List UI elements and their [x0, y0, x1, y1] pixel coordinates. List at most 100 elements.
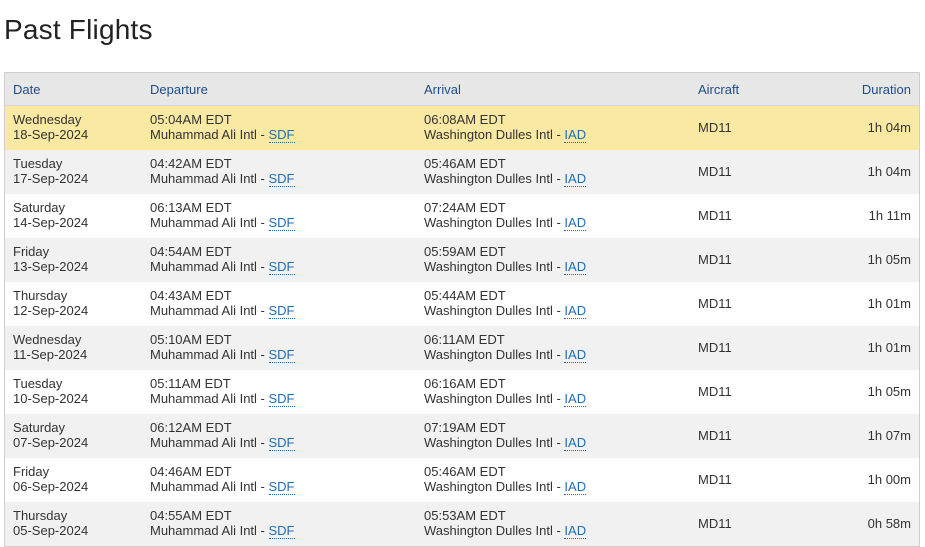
duration-cell: 1h 05m: [867, 384, 911, 399]
arrival-airport-name: Washington Dulles Intl -: [424, 347, 565, 362]
arrival-airport-code-link[interactable]: IAD: [564, 523, 587, 539]
weekday-text: Tuesday: [13, 376, 63, 391]
aircraft-cell: MD11: [698, 208, 732, 223]
date-text: 18-Sep-2024: [13, 127, 89, 142]
departure-airport-name: Muhammad Ali Intl -: [150, 171, 269, 186]
duration-cell: 0h 58m: [867, 516, 911, 531]
date-text: 10-Sep-2024: [13, 391, 89, 406]
aircraft-cell: MD11: [698, 164, 732, 179]
arrival-cell: 07:24AM EDT Washington Dulles Intl - IAD: [424, 200, 587, 231]
table-row[interactable]: Tuesday 17-Sep-2024 04:42AM EDT Muhammad Al…: [5, 150, 919, 194]
date-text: 13-Sep-2024: [13, 259, 89, 274]
arrival-cell: 07:19AM EDT Washington Dulles Intl - IAD: [424, 420, 587, 451]
arrival-airport-code-link[interactable]: IAD: [564, 215, 587, 231]
departure-airport: Muhammad Ali Intl - SDF: [150, 171, 295, 187]
departure-cell: 05:04AM EDT Muhammad Ali Intl - SDF: [150, 112, 295, 143]
header-date[interactable]: Date: [13, 82, 40, 97]
departure-airport-code-link[interactable]: SDF: [268, 127, 295, 143]
date-cell: Thursday 05-Sep-2024: [13, 508, 88, 538]
departure-airport-code-link[interactable]: SDF: [268, 391, 295, 407]
table-row[interactable]: Friday 13-Sep-2024 04:54AM EDT Muhammad Ali…: [5, 238, 919, 282]
arrival-time: 05:46AM EDT: [424, 156, 506, 171]
header-departure[interactable]: Departure: [150, 82, 208, 97]
departure-airport-code-link[interactable]: SDF: [268, 215, 295, 231]
arrival-time: 07:24AM EDT: [424, 200, 506, 215]
date-text: 14-Sep-2024: [13, 215, 89, 230]
departure-cell: 04:55AM EDT Muhammad Ali Intl - SDF: [150, 508, 295, 539]
arrival-time: 05:59AM EDT: [424, 244, 506, 259]
departure-airport-code-link[interactable]: SDF: [268, 435, 295, 451]
header-duration[interactable]: Duration: [862, 82, 911, 97]
departure-airport-code-link[interactable]: SDF: [268, 523, 295, 539]
arrival-airport: Washington Dulles Intl - IAD: [424, 215, 587, 231]
table-row[interactable]: Tuesday 10-Sep-2024 05:11AM EDT Muhammad Al…: [5, 370, 919, 414]
departure-time: 04:54AM EDT: [150, 244, 232, 259]
departure-airport: Muhammad Ali Intl - SDF: [150, 347, 295, 363]
table-row[interactable]: Saturday 14-Sep-2024 06:13AM EDT Muhammad A…: [5, 194, 919, 238]
departure-time: 05:11AM EDT: [150, 376, 231, 391]
arrival-cell: 05:46AM EDT Washington Dulles Intl - IAD: [424, 156, 587, 187]
departure-cell: 05:11AM EDT Muhammad Ali Intl - SDF: [150, 376, 295, 407]
departure-airport-code-link[interactable]: SDF: [268, 259, 295, 275]
arrival-time: 07:19AM EDT: [424, 420, 506, 435]
departure-airport-name: Muhammad Ali Intl -: [150, 391, 269, 406]
departure-airport-name: Muhammad Ali Intl -: [150, 523, 269, 538]
arrival-airport-code-link[interactable]: IAD: [564, 347, 587, 363]
table-row[interactable]: Thursday 05-Sep-2024 04:55AM EDT Muhammad A…: [5, 502, 919, 546]
arrival-time: 05:44AM EDT: [424, 288, 506, 303]
weekday-text: Wednesday: [13, 332, 82, 347]
duration-cell: 1h 07m: [867, 428, 911, 443]
table-row[interactable]: Saturday 07-Sep-2024 06:12AM EDT Muhammad A…: [5, 414, 919, 458]
weekday-text: Saturday: [13, 420, 66, 435]
departure-cell: 04:54AM EDT Muhammad Ali Intl - SDF: [150, 244, 295, 275]
date-cell: Tuesday 10-Sep-2024: [13, 376, 88, 406]
departure-airport-name: Muhammad Ali Intl -: [150, 435, 269, 450]
departure-airport: Muhammad Ali Intl - SDF: [150, 215, 295, 231]
departure-airport-name: Muhammad Ali Intl -: [150, 347, 269, 362]
departure-airport-code-link[interactable]: SDF: [268, 171, 295, 187]
date-text: 11-Sep-2024: [13, 347, 88, 362]
arrival-airport-name: Washington Dulles Intl -: [424, 435, 565, 450]
departure-airport-code-link[interactable]: SDF: [268, 479, 295, 495]
arrival-airport-code-link[interactable]: IAD: [564, 479, 587, 495]
arrival-airport-code-link[interactable]: IAD: [564, 303, 587, 319]
date-cell: Wednesday 11-Sep-2024: [13, 332, 87, 362]
arrival-cell: 05:44AM EDT Washington Dulles Intl - IAD: [424, 288, 587, 319]
departure-airport-code-link[interactable]: SDF: [268, 303, 295, 319]
arrival-airport-code-link[interactable]: IAD: [564, 435, 587, 451]
departure-time: 06:13AM EDT: [150, 200, 232, 215]
departure-time: 04:46AM EDT: [150, 464, 232, 479]
aircraft-cell: MD11: [698, 428, 732, 443]
date-cell: Friday 06-Sep-2024: [13, 464, 88, 494]
departure-cell: 04:42AM EDT Muhammad Ali Intl - SDF: [150, 156, 295, 187]
departure-airport-name: Muhammad Ali Intl -: [150, 479, 269, 494]
departure-airport-name: Muhammad Ali Intl -: [150, 215, 269, 230]
duration-cell: 1h 00m: [867, 472, 911, 487]
departure-airport: Muhammad Ali Intl - SDF: [150, 127, 295, 143]
header-aircraft[interactable]: Aircraft: [698, 82, 739, 97]
weekday-text: Wednesday: [13, 112, 82, 127]
table-row[interactable]: Thursday 12-Sep-2024 04:43AM EDT Muhammad A…: [5, 282, 919, 326]
table-row[interactable]: Wednesday 18-Sep-2024 05:04AM EDT Muhammad …: [5, 106, 919, 150]
date-cell: Saturday 14-Sep-2024: [13, 200, 88, 230]
header-arrival[interactable]: Arrival: [424, 82, 461, 97]
arrival-airport: Washington Dulles Intl - IAD: [424, 347, 587, 363]
arrival-airport: Washington Dulles Intl - IAD: [424, 391, 587, 407]
departure-airport-code-link[interactable]: SDF: [268, 347, 295, 363]
arrival-airport-code-link[interactable]: IAD: [564, 171, 587, 187]
arrival-airport-name: Washington Dulles Intl -: [424, 391, 565, 406]
weekday-text: Friday: [13, 244, 50, 259]
aircraft-cell: MD11: [698, 296, 732, 311]
arrival-airport-code-link[interactable]: IAD: [564, 259, 587, 275]
arrival-airport-name: Washington Dulles Intl -: [424, 259, 565, 274]
departure-airport: Muhammad Ali Intl - SDF: [150, 303, 295, 319]
arrival-airport-code-link[interactable]: IAD: [564, 127, 587, 143]
arrival-airport-code-link[interactable]: IAD: [564, 391, 587, 407]
date-cell: Friday 13-Sep-2024: [13, 244, 88, 274]
departure-airport-name: Muhammad Ali Intl -: [150, 127, 269, 142]
departure-time: 05:04AM EDT: [150, 112, 232, 127]
table-row[interactable]: Friday 06-Sep-2024 04:46AM EDT Muhammad Ali…: [5, 458, 919, 502]
arrival-airport: Washington Dulles Intl - IAD: [424, 127, 587, 143]
table-row[interactable]: Wednesday 11-Sep-2024 05:10AM EDT Muhammad …: [5, 326, 919, 370]
arrival-time: 05:46AM EDT: [424, 464, 506, 479]
